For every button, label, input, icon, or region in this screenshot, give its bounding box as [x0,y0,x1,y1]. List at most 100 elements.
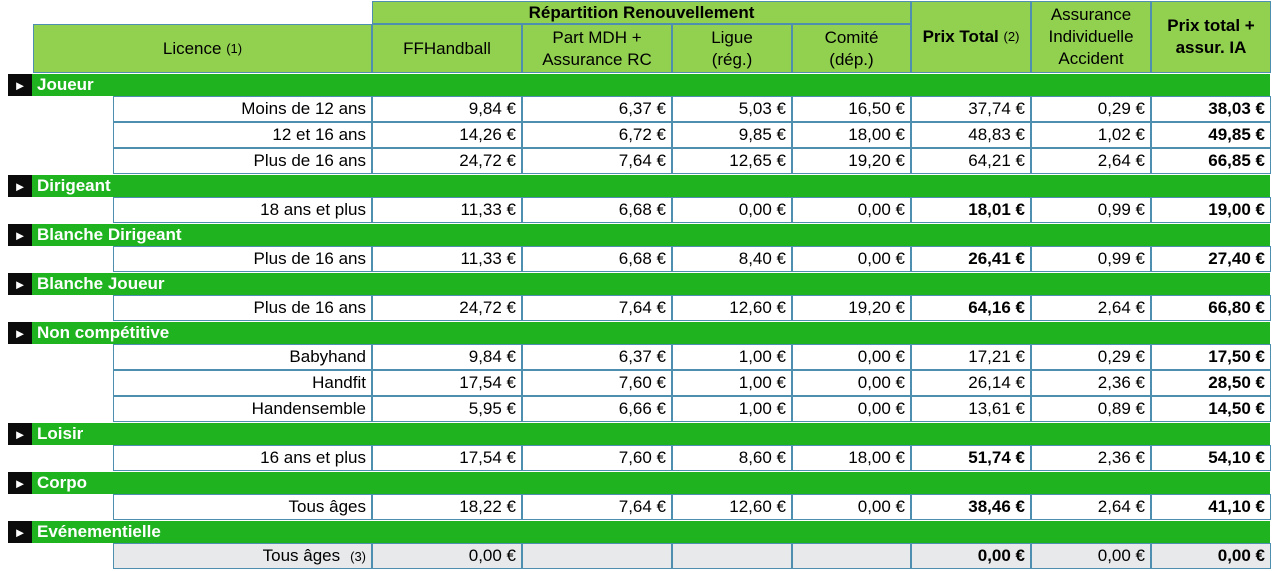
prix-total-ia-cell: 54,10 € [1151,445,1271,471]
section-label: Blanche Dirigeant [37,225,182,244]
row-label-text: Tous âges [288,497,367,516]
prix-total-ia-cell: 38,03 € [1151,96,1271,122]
prix-total-ia-cell: 27,40 € [1151,246,1271,272]
row-label-text: Moins de 12 ans [241,99,366,118]
part-mdh-cell: 6,72 € [522,122,672,148]
comite-cell: 19,20 € [792,148,911,174]
expand-triangle-icon: ► [8,273,32,295]
ffhandball-cell: 5,95 € [372,396,522,422]
assurance-cell: 0,29 € [1031,344,1151,370]
ffhandball-cell: 11,33 € [372,246,522,272]
section-label: Joueur [37,75,94,94]
prix-total-cell: 26,41 € [911,246,1031,272]
section-header: ► Joueur [8,74,1270,96]
part-mdh-cell: 7,64 € [522,295,672,321]
assurance-cell: 0,00 € [1031,543,1151,569]
ligue-cell: 9,85 € [672,122,792,148]
ffhandball-cell: 9,84 € [372,96,522,122]
section-label: Evénementielle [37,522,161,541]
section-label: Corpo [37,473,88,492]
assurance-cell: 0,29 € [1031,96,1151,122]
prix-total-ia-cell: 0,00 € [1151,543,1271,569]
section-label: Dirigeant [37,176,111,195]
comite-cell: 19,20 € [792,295,911,321]
comite-cell: 18,00 € [792,445,911,471]
row-label: Plus de 16 ans [113,148,372,174]
section-header: ► Loisir [8,423,1270,445]
comite-cell: 0,00 € [792,344,911,370]
prix-total-ia-cell: 66,85 € [1151,148,1271,174]
comite-cell [792,543,911,569]
assurance-cell: 0,99 € [1031,246,1151,272]
row-label-text: Handfit [312,373,366,392]
ligue-cell: 12,65 € [672,148,792,174]
row-label: Tous âges [113,494,372,520]
part-mdh-cell: 7,60 € [522,445,672,471]
part-mdh-cell [522,543,672,569]
row-label-text: 18 ans et plus [260,200,366,219]
prix-total-ia-cell: 19,00 € [1151,197,1271,223]
comite-cell: 18,00 € [792,122,911,148]
ffhandball-cell: 9,84 € [372,344,522,370]
ffhandball-cell: 17,54 € [372,445,522,471]
row-label: 12 et 16 ans [113,122,372,148]
prix-total-note: (2) [1003,29,1020,44]
prix-total-ia-cell: 66,80 € [1151,295,1271,321]
part-mdh-cell: 7,60 € [522,370,672,396]
prix-total-cell: 37,74 € [911,96,1031,122]
part-mdh-header: Part MDH + Assurance RC [522,24,672,73]
ligue-cell: 12,60 € [672,295,792,321]
assurance-cell: 1,02 € [1031,122,1151,148]
assurance-cell: 2,36 € [1031,445,1151,471]
section-header: ► Blanche Dirigeant [8,224,1270,246]
expand-triangle-icon: ► [8,322,32,344]
section-header: ► Non compétitive [8,322,1270,344]
section-header: ► Dirigeant [8,175,1270,197]
assurance-cell: 2,64 € [1031,148,1151,174]
row-label-text: 12 et 16 ans [272,125,366,144]
section-label: Non compétitive [37,323,170,342]
assurance-cell: 0,99 € [1031,197,1151,223]
row-label-text: Plus de 16 ans [253,151,366,170]
comite-cell: 0,00 € [792,370,911,396]
section-header: ► Corpo [8,472,1270,494]
ligue-cell [672,543,792,569]
row-note: (3) [350,548,366,564]
prix-total-cell: 64,21 € [911,148,1031,174]
assurance-header: Assurance Individuelle Accident [1031,1,1151,73]
row-label: 18 ans et plus [113,197,372,223]
comite-cell: 0,00 € [792,197,911,223]
section-label: Loisir [37,424,84,443]
comite-cell: 0,00 € [792,396,911,422]
comite-cell: 0,00 € [792,494,911,520]
group-header: Répartition Renouvellement [372,1,911,24]
prix-total-header: Prix Total (2) [911,1,1031,73]
licence-header: Licence (1) [33,24,372,73]
ffhandball-header: FFHandball [372,24,522,73]
section-header: ► Evénementielle [8,521,1270,543]
prix-total-cell: 18,01 € [911,197,1031,223]
row-label-text: Plus de 16 ans [253,298,366,317]
ligue-cell: 1,00 € [672,344,792,370]
prix-total-label: Prix Total [922,27,999,46]
ffhandball-cell: 0,00 € [372,543,522,569]
ligue-cell: 5,03 € [672,96,792,122]
assurance-cell: 2,64 € [1031,494,1151,520]
part-mdh-cell: 7,64 € [522,494,672,520]
prix-total-cell: 64,16 € [911,295,1031,321]
row-label-text: Babyhand [289,347,366,366]
row-label-text: Plus de 16 ans [253,249,366,268]
row-label: Handfit [113,370,372,396]
part-mdh-cell: 6,37 € [522,96,672,122]
part-mdh-cell: 6,66 € [522,396,672,422]
licence-note: (1) [226,40,243,56]
expand-triangle-icon: ► [8,224,32,246]
row-label-text: 16 ans et plus [260,448,366,467]
row-label: Babyhand [113,344,372,370]
assurance-cell: 0,89 € [1031,396,1151,422]
ffhandball-cell: 17,54 € [372,370,522,396]
row-label-text: Handensemble [251,399,366,418]
ffhandball-cell: 18,22 € [372,494,522,520]
licence-label: Licence [162,38,222,58]
row-label: 16 ans et plus [113,445,372,471]
